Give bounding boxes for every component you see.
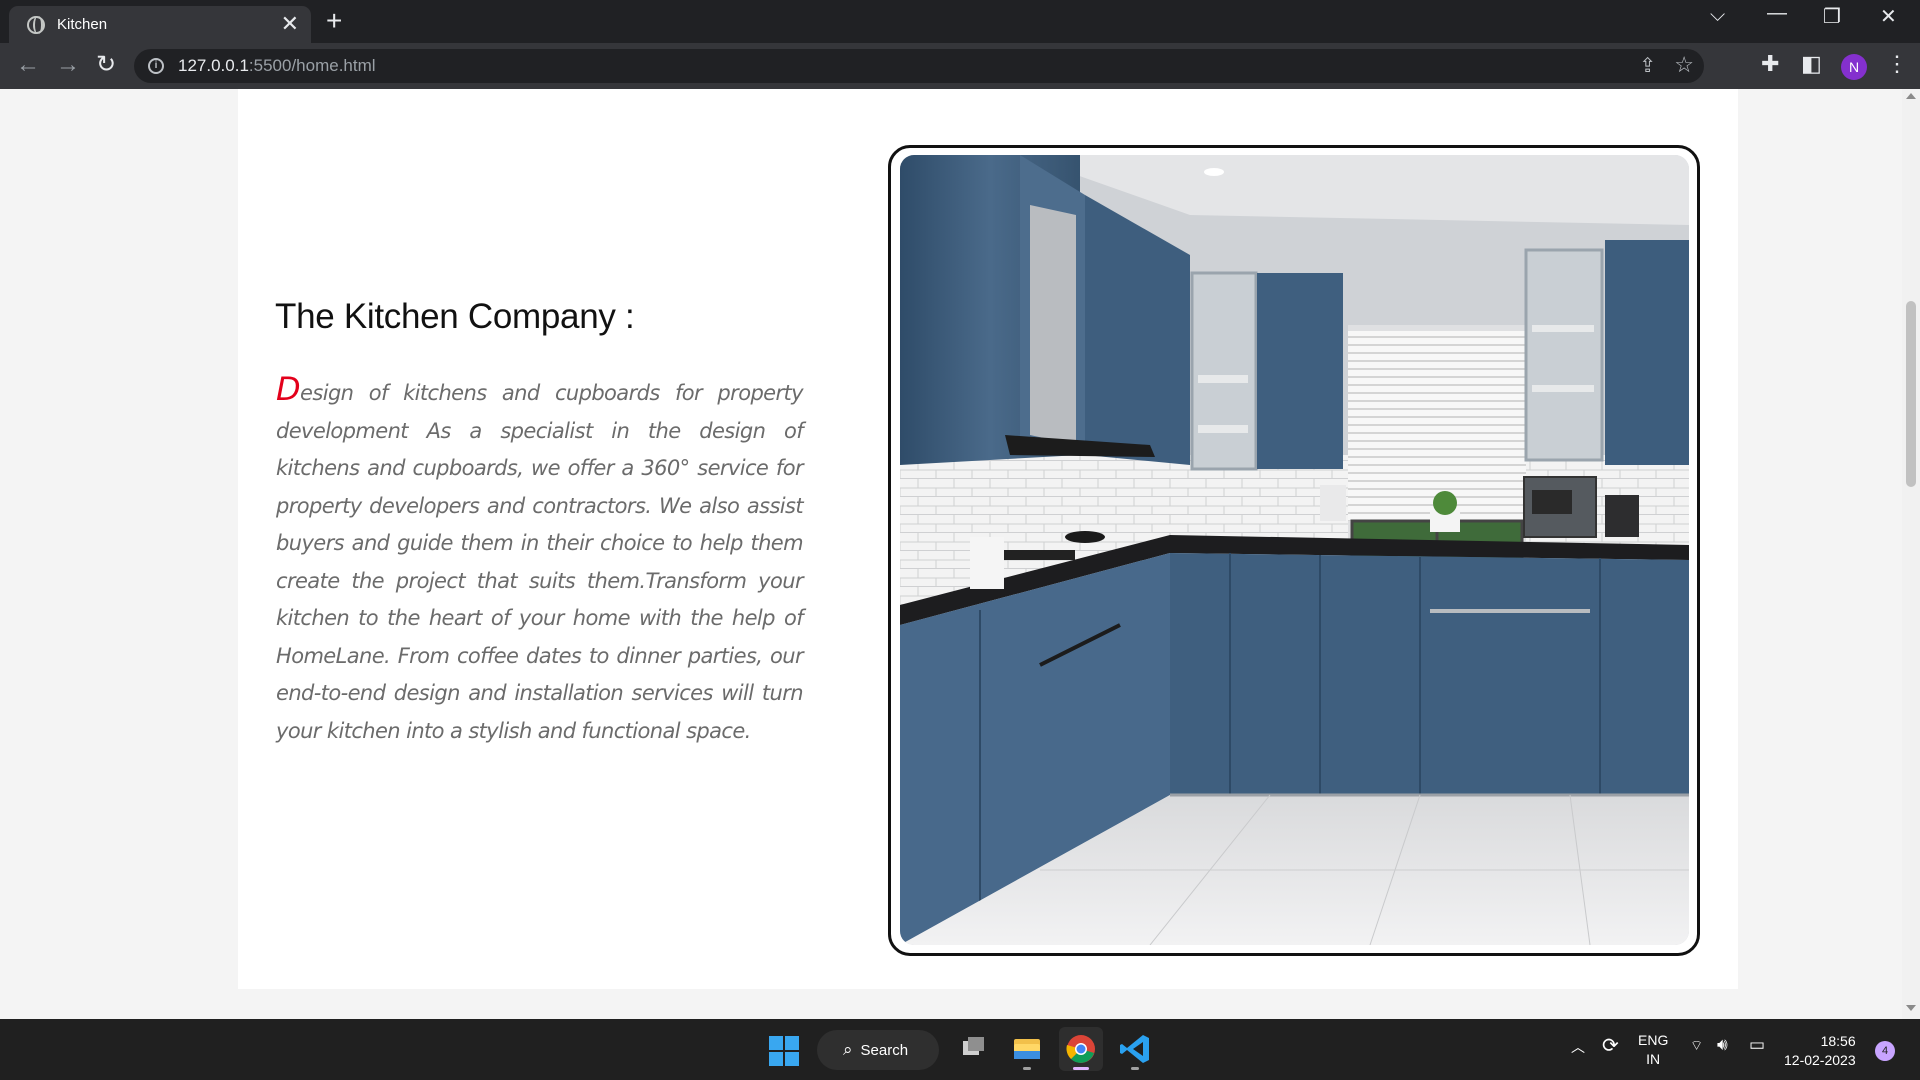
minimize-button[interactable]: —	[1767, 2, 1787, 25]
kitchen-image-frame	[888, 145, 1700, 956]
reload-button[interactable]: ↻	[96, 51, 116, 79]
scroll-thumb[interactable]	[1906, 301, 1916, 487]
windows-taskbar: ⌕ Search ︿ ⟳ ENG IN ⌔ 🔊︎ ▭ 18:56 12-02-2…	[0, 1019, 1920, 1080]
back-button[interactable]: ←	[16, 51, 40, 79]
running-indicator	[1131, 1067, 1139, 1070]
page-viewport: The Kitchen Company : Design of kitchens…	[0, 89, 1920, 1019]
kitchen-image	[900, 155, 1689, 945]
description-paragraph: Design of kitchens and cupboards for pro…	[276, 370, 804, 750]
search-icon: ⌕	[843, 1040, 853, 1059]
vscode-icon[interactable]	[1113, 1027, 1157, 1071]
tab-close-icon[interactable]: ✕	[281, 12, 299, 36]
scroll-up-arrow[interactable]	[1906, 93, 1916, 99]
address-bar[interactable]: i 127.0.0.1:5500/home.html ⇪ ☆	[134, 49, 1704, 83]
volume-icon[interactable]: 🔊︎	[1717, 1035, 1728, 1055]
chrome-taskbar-icon[interactable]	[1059, 1027, 1103, 1071]
url-text[interactable]: 127.0.0.1:5500/home.html	[178, 56, 376, 76]
globe-icon	[27, 15, 45, 34]
notification-badge[interactable]: 4	[1875, 1041, 1895, 1061]
tab-kitchen[interactable]: Kitchen ✕	[9, 6, 311, 43]
sync-icon[interactable]: ⟳	[1602, 1033, 1619, 1058]
profile-avatar[interactable]: N	[1841, 54, 1867, 80]
taskbar-search-button[interactable]: ⌕ Search	[817, 1030, 939, 1070]
running-indicator	[1023, 1067, 1031, 1070]
drop-cap: D	[276, 370, 301, 408]
taskbar-clock[interactable]: 18:56 12-02-2023	[1784, 1032, 1856, 1070]
close-window-button[interactable]: ✕	[1880, 4, 1897, 29]
language-indicator[interactable]: ENG IN	[1638, 1031, 1668, 1069]
task-view-icon[interactable]	[951, 1027, 995, 1071]
site-info-icon[interactable]: i	[148, 58, 164, 74]
side-panel-icon[interactable]: ◧	[1801, 51, 1822, 77]
page-heading: The Kitchen Company :	[275, 297, 635, 336]
page-scrollbar[interactable]	[1902, 89, 1920, 1019]
taskbar-search-label: Search	[860, 1041, 909, 1059]
menu-dots-icon[interactable]: ⋮	[1886, 51, 1908, 77]
new-tab-button[interactable]: +	[326, 6, 342, 36]
battery-icon[interactable]: ▭	[1749, 1035, 1765, 1055]
forward-button[interactable]: →	[56, 51, 80, 79]
wifi-icon[interactable]: ⌔	[1690, 1037, 1703, 1055]
browser-toolbar: ← → ↻ i 127.0.0.1:5500/home.html ⇪ ☆ ✚ ◧…	[0, 43, 1920, 89]
extensions-puzzle-icon[interactable]: ✚	[1761, 51, 1779, 77]
tab-search-icon[interactable]: ⌵	[1710, 4, 1725, 27]
bookmark-star-icon[interactable]: ☆	[1674, 52, 1694, 78]
show-hidden-icons-chevron[interactable]: ︿	[1571, 1037, 1585, 1057]
tab-title: Kitchen	[57, 16, 108, 33]
paragraph-body: esign of kitchens and cupboards for prop…	[276, 381, 804, 743]
active-indicator	[1073, 1067, 1089, 1070]
restore-button[interactable]: ❐	[1823, 4, 1841, 29]
windows-start-icon[interactable]	[769, 1036, 799, 1066]
browser-titlebar: Kitchen ✕ + ⌵ — ❐ ✕	[0, 0, 1920, 43]
share-icon[interactable]: ⇪	[1639, 53, 1656, 78]
file-explorer-icon[interactable]	[1005, 1027, 1049, 1071]
scroll-down-arrow[interactable]	[1906, 1005, 1916, 1011]
